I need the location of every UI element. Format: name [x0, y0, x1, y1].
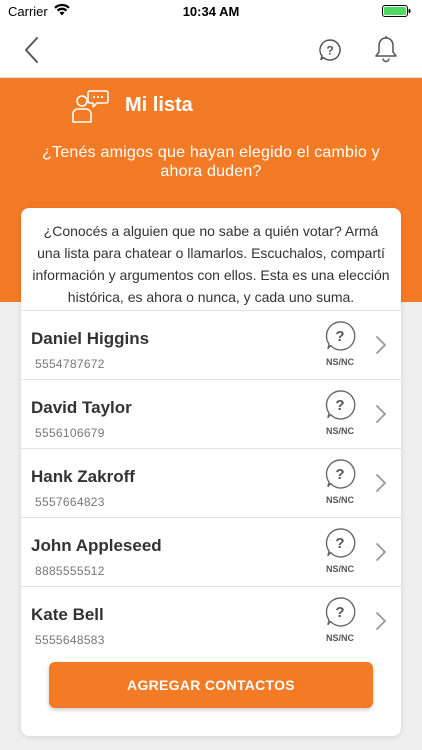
status-bar: Carrier 10:34 AM	[0, 0, 422, 22]
back-chevron-icon[interactable]	[20, 36, 44, 64]
page-title: Mi lista	[125, 94, 193, 116]
contact-list: Daniel Higgins 5554787672 ? NS/NC David …	[21, 310, 401, 655]
contact-row[interactable]: John Appleseed 8885555512 ? NS/NC	[21, 517, 401, 586]
question-circle-icon[interactable]: ?	[324, 527, 356, 559]
svg-text:?: ?	[335, 397, 344, 414]
contact-phone: 5554787672	[35, 357, 105, 371]
contact-phone: 5555648583	[35, 633, 105, 647]
contact-name: Kate Bell	[31, 605, 104, 624]
contact-name: Daniel Higgins	[31, 329, 150, 348]
navigation-bar: ?	[0, 22, 422, 78]
contact-status: NS/NC	[325, 357, 354, 367]
contact-row[interactable]: Kate Bell 5555648583 ? NS/NC	[21, 586, 401, 655]
bell-icon[interactable]	[373, 35, 399, 63]
people-chat-icon	[72, 90, 109, 123]
contact-status: NS/NC	[325, 633, 354, 643]
chevron-right-icon	[376, 474, 386, 492]
contact-phone: 5556106679	[35, 426, 105, 440]
contact-name: Hank Zakroff	[31, 467, 135, 486]
chevron-right-icon	[376, 336, 386, 354]
add-contacts-button[interactable]: AGREGAR CONTACTOS	[49, 662, 373, 708]
chevron-right-icon	[376, 612, 386, 630]
svg-text:?: ?	[335, 604, 344, 621]
contact-name: David Taylor	[31, 398, 132, 417]
contact-row[interactable]: Hank Zakroff 5557664823 ? NS/NC	[21, 448, 401, 517]
question-circle-icon[interactable]: ?	[318, 38, 342, 62]
contact-row[interactable]: Daniel Higgins 5554787672 ? NS/NC	[21, 310, 401, 379]
chevron-right-icon	[376, 405, 386, 423]
intro-text: ¿Conocés a alguien que no sabe a quién v…	[32, 223, 390, 305]
svg-text:?: ?	[335, 328, 344, 345]
page-subtitle: ¿Tenés amigos que hayan elegido el cambi…	[42, 144, 380, 180]
chevron-right-icon	[376, 543, 386, 561]
contact-name: John Appleseed	[31, 536, 162, 555]
contact-status: NS/NC	[325, 426, 354, 436]
contact-phone: 8885555512	[35, 564, 105, 578]
contact-phone: 5557664823	[35, 495, 105, 509]
svg-text:?: ?	[335, 535, 344, 552]
clock: 10:34 AM	[182, 4, 240, 19]
contact-status: NS/NC	[325, 564, 354, 574]
contact-row[interactable]: David Taylor 5556106679 ? NS/NC	[21, 379, 401, 448]
battery-icon	[382, 5, 411, 17]
contacts-card: ¿Conocés a alguien que no sabe a quién v…	[21, 208, 401, 736]
question-circle-icon[interactable]: ?	[324, 389, 356, 421]
question-circle-icon[interactable]: ?	[324, 320, 356, 352]
question-circle-icon[interactable]: ?	[324, 596, 356, 628]
svg-text:?: ?	[335, 466, 344, 483]
svg-text:?: ?	[326, 44, 333, 58]
question-circle-icon[interactable]: ?	[324, 458, 356, 490]
contact-status: NS/NC	[325, 495, 354, 505]
